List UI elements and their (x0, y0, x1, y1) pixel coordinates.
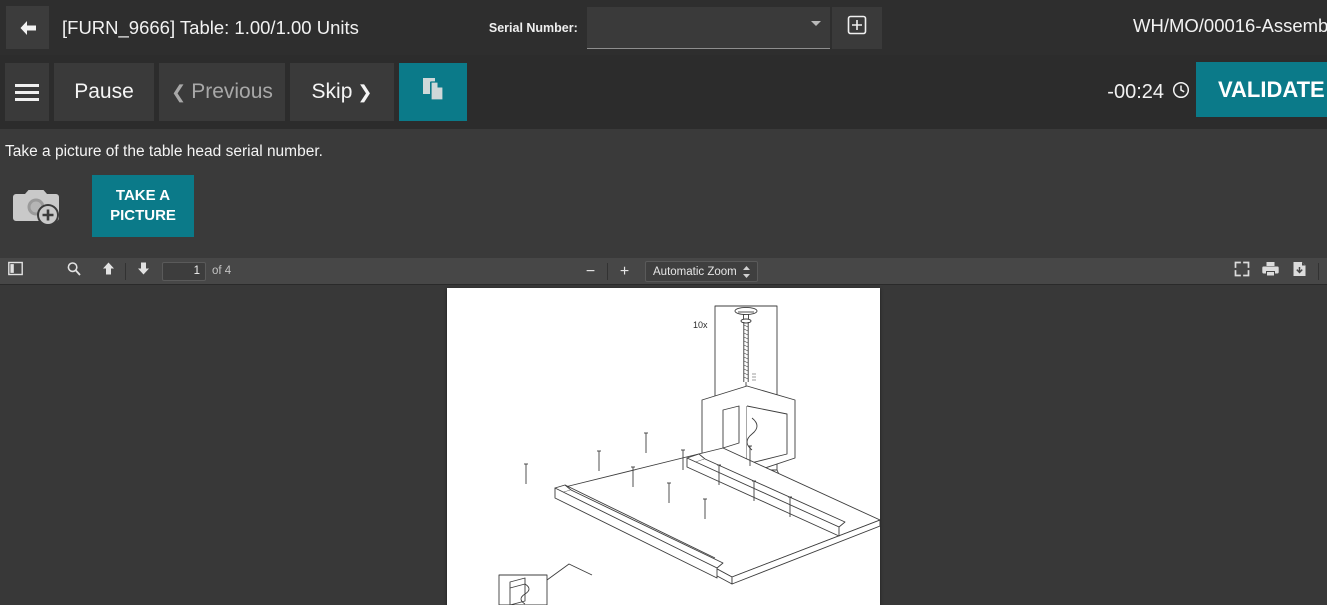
pdf-next-page-button[interactable] (130, 260, 156, 283)
pdf-toolbar-center: − + Automatic Zoom (578, 258, 758, 285)
manufacturing-order-reference: WH/MO/00016-Assemb (1133, 15, 1327, 36)
skip-button-label: Skip (311, 80, 353, 103)
pause-button-label: Pause (74, 80, 134, 103)
fullscreen-icon (1234, 261, 1250, 282)
countdown-timer: -00:24 (1107, 81, 1190, 104)
take-picture-label-line1: TAKE A (115, 187, 171, 204)
timer-value: -00:24 (1107, 81, 1164, 103)
diagram-quantity-label: 10x (693, 320, 708, 330)
arrow-left-icon (17, 17, 39, 39)
chevron-right-icon: ❯ (352, 81, 373, 102)
previous-button-label: Previous (191, 80, 273, 103)
pdf-print-button[interactable] (1256, 260, 1285, 283)
validate-button-label: VALIDATE (1218, 76, 1325, 102)
sidebar-toggle-icon (7, 261, 23, 281)
pdf-zoom-in-button[interactable]: + (612, 260, 637, 283)
app-header: [FURN_9666] Table: 1.00/1.00 Units Seria… (0, 0, 1327, 55)
chevron-left-icon: ❮ (171, 81, 192, 102)
pdf-viewer-toolbar: of 4 − + Automatic Zoom (0, 258, 1327, 285)
skip-button[interactable]: Skip ❯ (290, 63, 394, 121)
serial-number-input[interactable] (586, 6, 802, 48)
documents-button[interactable] (399, 63, 467, 121)
pdf-zoom-level-select[interactable]: Automatic Zoom (645, 261, 758, 282)
instruction-text: Take a picture of the table head serial … (5, 143, 323, 160)
take-picture-button[interactable]: TAKE A PICTURE (92, 175, 194, 237)
pdf-page-number-input[interactable] (162, 261, 206, 281)
pdf-page-count-label: of 4 (212, 265, 232, 277)
arrow-down-icon (136, 261, 151, 281)
serial-number-label: Serial Number: (488, 20, 578, 35)
search-icon (66, 261, 82, 282)
pdf-toolbar-left: of 4 (0, 260, 231, 283)
minus-icon: − (585, 262, 596, 280)
back-button[interactable] (6, 6, 49, 49)
hamburger-menu-icon (15, 80, 39, 105)
pdf-page-1: 10x (447, 288, 880, 605)
menu-button[interactable] (5, 63, 49, 121)
arrow-up-icon (101, 261, 116, 281)
stepper-up-down-icon[interactable] (742, 265, 751, 279)
chevron-down-icon[interactable] (810, 20, 821, 26)
plus-icon: + (619, 262, 630, 280)
pdf-toolbar-right (1227, 258, 1327, 285)
serial-number-group: Serial Number: (488, 6, 882, 49)
pdf-find-button[interactable] (59, 260, 89, 283)
pause-button[interactable]: Pause (54, 63, 154, 121)
instruction-panel: Take a picture of the table head serial … (0, 129, 1327, 258)
pdf-toolbar-right-separator (1318, 263, 1319, 280)
pdf-zoom-level-label: Automatic Zoom (653, 265, 737, 278)
plus-in-box-icon (846, 14, 868, 41)
pdf-sidebar-toggle-button[interactable] (1, 260, 29, 283)
serial-number-add-button[interactable] (831, 6, 882, 49)
copy-document-icon (418, 74, 448, 110)
assembly-diagram: 10x (498, 305, 880, 605)
pdf-download-button[interactable] (1285, 260, 1314, 283)
clock-icon (1172, 81, 1190, 104)
add-photo-camera-icon (12, 182, 70, 230)
take-picture-label-line2: PICTURE (110, 207, 176, 224)
page-title: [FURN_9666] Table: 1.00/1.00 Units (62, 16, 359, 38)
download-icon (1292, 261, 1307, 282)
pdf-viewer-canvas-area[interactable]: 10x (0, 285, 1327, 605)
pdf-previous-page-button[interactable] (95, 260, 121, 283)
workorder-toolbar: Pause ❮ Previous Skip ❯ -00:24 (0, 55, 1327, 129)
validate-button[interactable]: VALIDATE (1196, 62, 1327, 117)
pdf-zoom-out-button[interactable]: − (578, 260, 603, 283)
serial-number-field[interactable] (586, 6, 830, 49)
photo-capture-row: TAKE A PICTURE (0, 175, 1327, 237)
pdf-toolbar-separator (125, 262, 126, 280)
pdf-zoom-separator (607, 263, 608, 280)
printer-icon (1262, 261, 1279, 282)
previous-button[interactable]: ❮ Previous (159, 63, 285, 121)
pdf-presentation-mode-button[interactable] (1227, 260, 1256, 283)
